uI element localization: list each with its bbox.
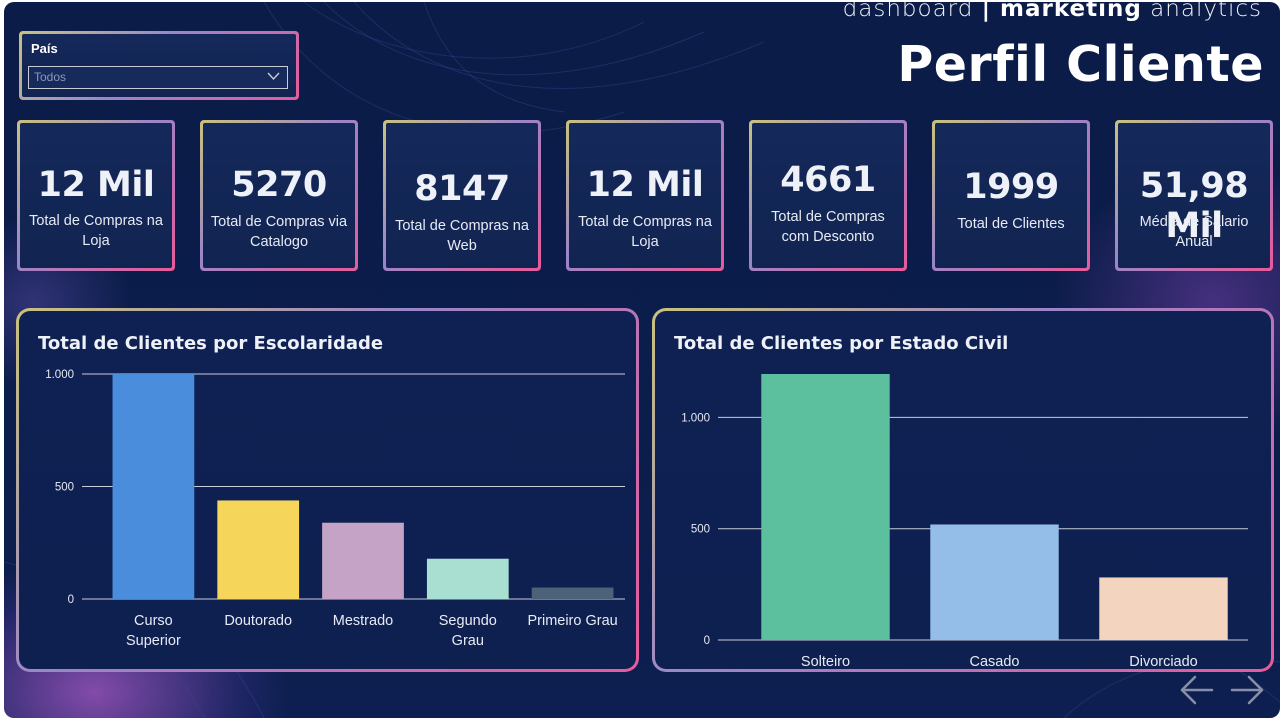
- bar[interactable]: [531, 587, 614, 599]
- chart-panel-escolaridade: Total de Clientes por Escolaridade 0 500 1…: [16, 308, 639, 672]
- kpi-card: 5270 Total de Compras via Catalogo: [200, 120, 358, 271]
- kpi-label: Total de Clientes: [957, 216, 1065, 232]
- kpi-value: 1999: [963, 167, 1059, 207]
- y-tick-label: 500: [55, 482, 74, 494]
- brand-text-dashboard: dashboard: [842, 2, 982, 22]
- kpi-value: 12 Mil: [586, 165, 704, 205]
- filter-label: País: [31, 41, 58, 56]
- x-tick-label: Curso Superior: [126, 613, 181, 649]
- kpi-value: 5270: [231, 165, 327, 205]
- bar[interactable]: [112, 374, 195, 599]
- brand-text-analytics: analytics: [1141, 2, 1262, 22]
- estado-civil-bar-chart: 0 500 1.000 Solteiro Casado Divorciado: [681, 374, 1248, 669]
- arrow-left-icon[interactable]: [1180, 675, 1214, 705]
- y-tick-label: 0: [68, 594, 74, 606]
- kpi-label: Total de Compras via Catalogo: [210, 214, 348, 250]
- kpi-label: Total de Compras na Web: [395, 218, 529, 254]
- arrow-right-icon[interactable]: [1230, 675, 1264, 705]
- kpi-label: Total de Compras com Desconto: [771, 209, 885, 245]
- x-tick-label: Divorciado: [1129, 654, 1198, 669]
- x-tick-label: Casado: [970, 654, 1020, 669]
- bar[interactable]: [930, 524, 1059, 640]
- kpi-card: 4661 Total de Compras com Desconto: [749, 120, 907, 271]
- kpi-card: 12 Mil Total de Compras na Loja: [566, 120, 724, 271]
- page-title: Perfil Cliente: [897, 36, 1264, 93]
- brand-text-marketing: marketing: [1000, 2, 1142, 22]
- dropdown-value: Todos: [34, 70, 67, 84]
- kpi-value: 4661: [780, 160, 876, 200]
- kpi-label: Total de Compras na Loja: [578, 214, 712, 250]
- kpi-card: 1999 Total de Clientes: [932, 120, 1090, 271]
- bar[interactable]: [761, 374, 890, 640]
- brand-header: dashboard | marketing analytics: [843, 2, 1262, 22]
- page-navigation: [1180, 675, 1264, 705]
- kpi-label: Total de Compras na Loja: [29, 213, 163, 249]
- kpi-value: 12 Mil: [37, 165, 155, 205]
- x-tick-label: Mestrado: [333, 613, 393, 629]
- kpi-card: 51,98 Mil Média de Salario Anual: [1115, 120, 1273, 271]
- kpi-card: 12 Mil Total de Compras na Loja: [17, 120, 175, 271]
- y-tick-label: 1.000: [45, 369, 74, 381]
- kpi-label: Média de Salario Anual: [1139, 214, 1249, 250]
- y-tick-label: 0: [704, 635, 710, 647]
- x-tick-label: Doutorado: [224, 613, 292, 629]
- chart-panel-estado-civil: Total de Clientes por Estado Civil 0 500 1…: [652, 308, 1274, 672]
- x-tick-label: Primeiro Grau: [527, 613, 617, 629]
- chevron-down-icon: [267, 72, 280, 81]
- bar[interactable]: [426, 558, 509, 599]
- x-tick-label: Segundo Grau: [439, 613, 497, 649]
- bar[interactable]: [1099, 577, 1228, 640]
- kpi-card: 8147 Total de Compras na Web: [383, 120, 541, 271]
- brand-separator: |: [981, 2, 1001, 22]
- country-dropdown[interactable]: Todos: [28, 66, 288, 89]
- dashboard-canvas: dashboard | marketing analytics Perfil C…: [4, 2, 1280, 718]
- bar[interactable]: [322, 522, 404, 599]
- y-tick-label: 500: [691, 524, 710, 536]
- escolaridade-bar-chart: 0 500 1.000 Curso Superior Doutorado Mestrado S…: [45, 369, 625, 649]
- country-filter: País Todos: [19, 31, 299, 100]
- kpi-value: 8147: [414, 169, 510, 209]
- y-tick-label: 1.000: [681, 412, 710, 424]
- bar[interactable]: [217, 500, 300, 599]
- x-tick-label: Solteiro: [801, 654, 850, 669]
